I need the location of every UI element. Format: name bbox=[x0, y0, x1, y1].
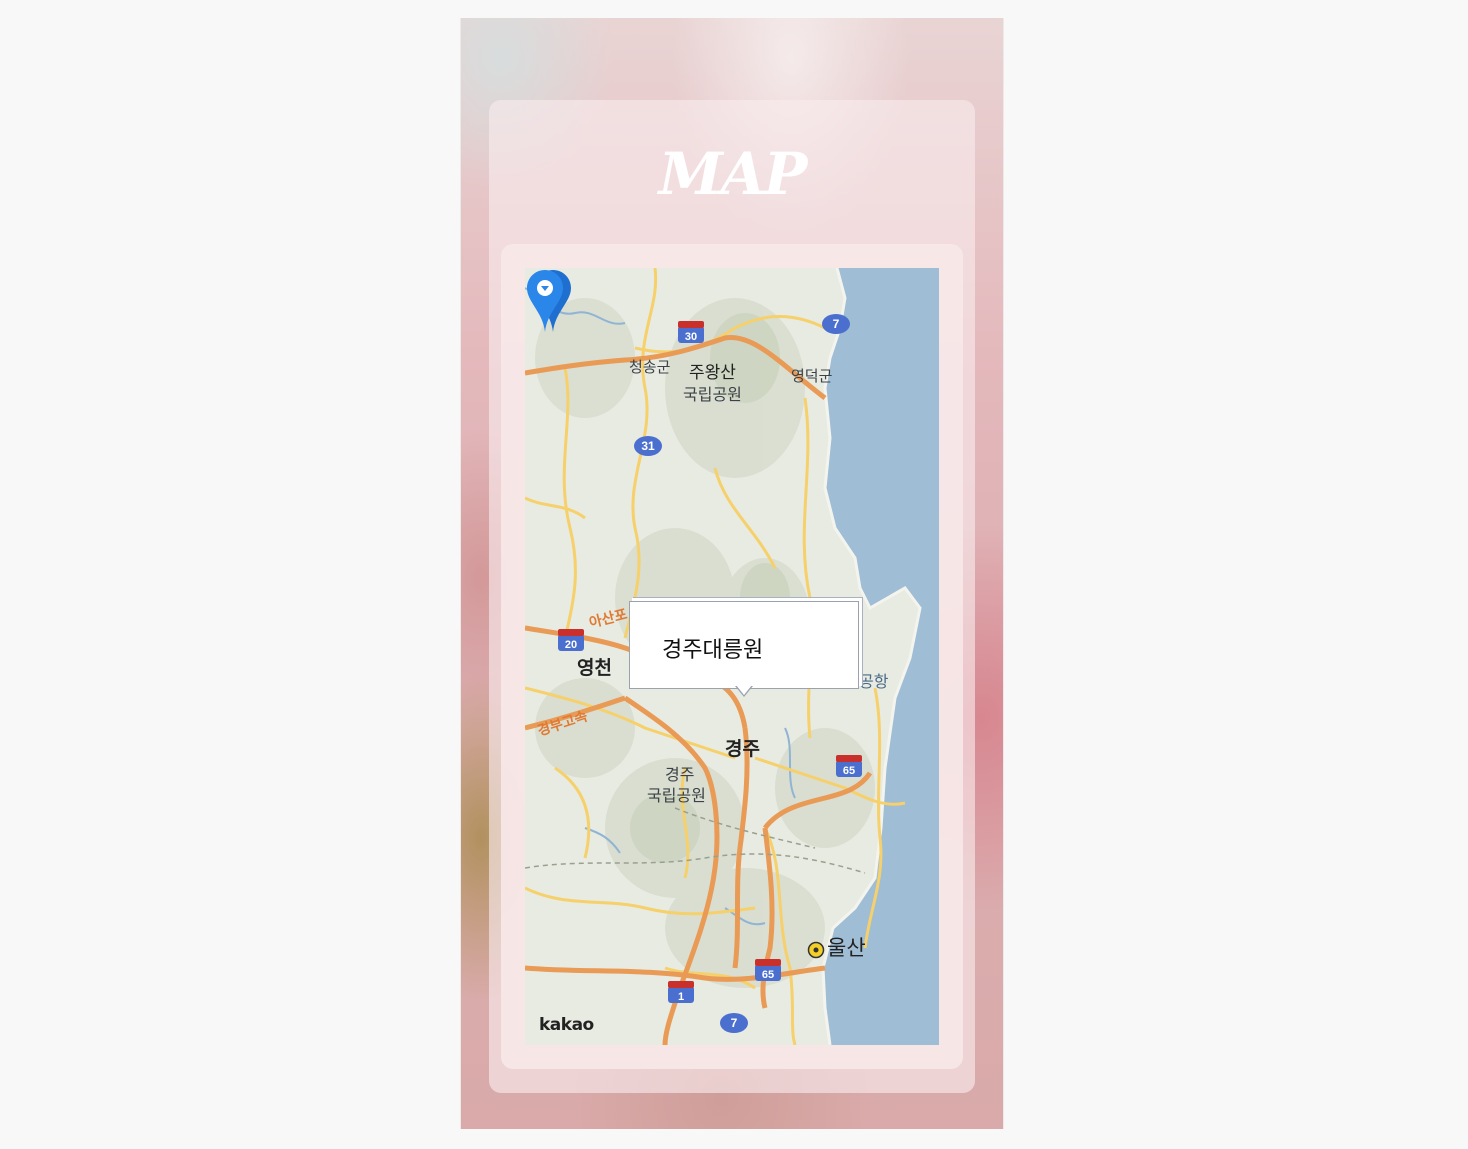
shield-label: 31 bbox=[641, 439, 655, 453]
marker-info-window: 경주대릉원 bbox=[629, 601, 859, 689]
mobile-invitation-screen: MAP 30 7 31 20 65 65 1 7 청송군 주왕산 국립공원 영덕… bbox=[460, 18, 1004, 1129]
map-pin-icon[interactable] bbox=[525, 268, 571, 336]
shield-label: 30 bbox=[685, 331, 697, 343]
city-dot-icon bbox=[807, 941, 825, 959]
shield-label: 1 bbox=[678, 991, 684, 1003]
info-window-text: 경주대릉원 bbox=[662, 638, 764, 663]
route-shield-icon: 30 bbox=[678, 321, 704, 343]
place-label: 공항 bbox=[859, 672, 889, 691]
shield-label: 65 bbox=[762, 969, 774, 981]
shield-label: 65 bbox=[843, 765, 855, 777]
route-shield-icon: 1 bbox=[668, 981, 694, 1003]
place-label: 주왕산 bbox=[689, 363, 736, 383]
place-label: 영천 bbox=[577, 657, 612, 679]
kakao-logo: kakao bbox=[539, 1015, 594, 1035]
section-title: MAP bbox=[658, 140, 808, 208]
place-label: 국립공원 bbox=[647, 786, 706, 805]
info-window-pointer bbox=[735, 685, 753, 697]
place-label: 청송군 bbox=[629, 358, 671, 376]
place-label: 경주 bbox=[665, 765, 695, 784]
shield-label: 7 bbox=[833, 317, 840, 331]
route-shield-icon: 7 bbox=[720, 1013, 748, 1033]
place-label: 경주 bbox=[725, 738, 760, 760]
place-label: 국립공원 bbox=[683, 385, 742, 404]
shield-label: 7 bbox=[731, 1016, 738, 1030]
kakao-map[interactable]: 30 7 31 20 65 65 1 7 청송군 주왕산 국립공원 영덕군 아산… bbox=[525, 268, 939, 1045]
place-label: 영덕군 bbox=[791, 367, 833, 385]
route-shield-icon: 65 bbox=[755, 959, 781, 981]
shield-label: 20 bbox=[565, 639, 577, 651]
route-shield-icon: 20 bbox=[558, 629, 584, 651]
place-label: 울산 bbox=[827, 936, 866, 960]
route-shield-icon: 7 bbox=[822, 314, 850, 334]
route-shield-icon: 65 bbox=[836, 755, 862, 777]
route-shield-icon: 31 bbox=[634, 436, 662, 456]
